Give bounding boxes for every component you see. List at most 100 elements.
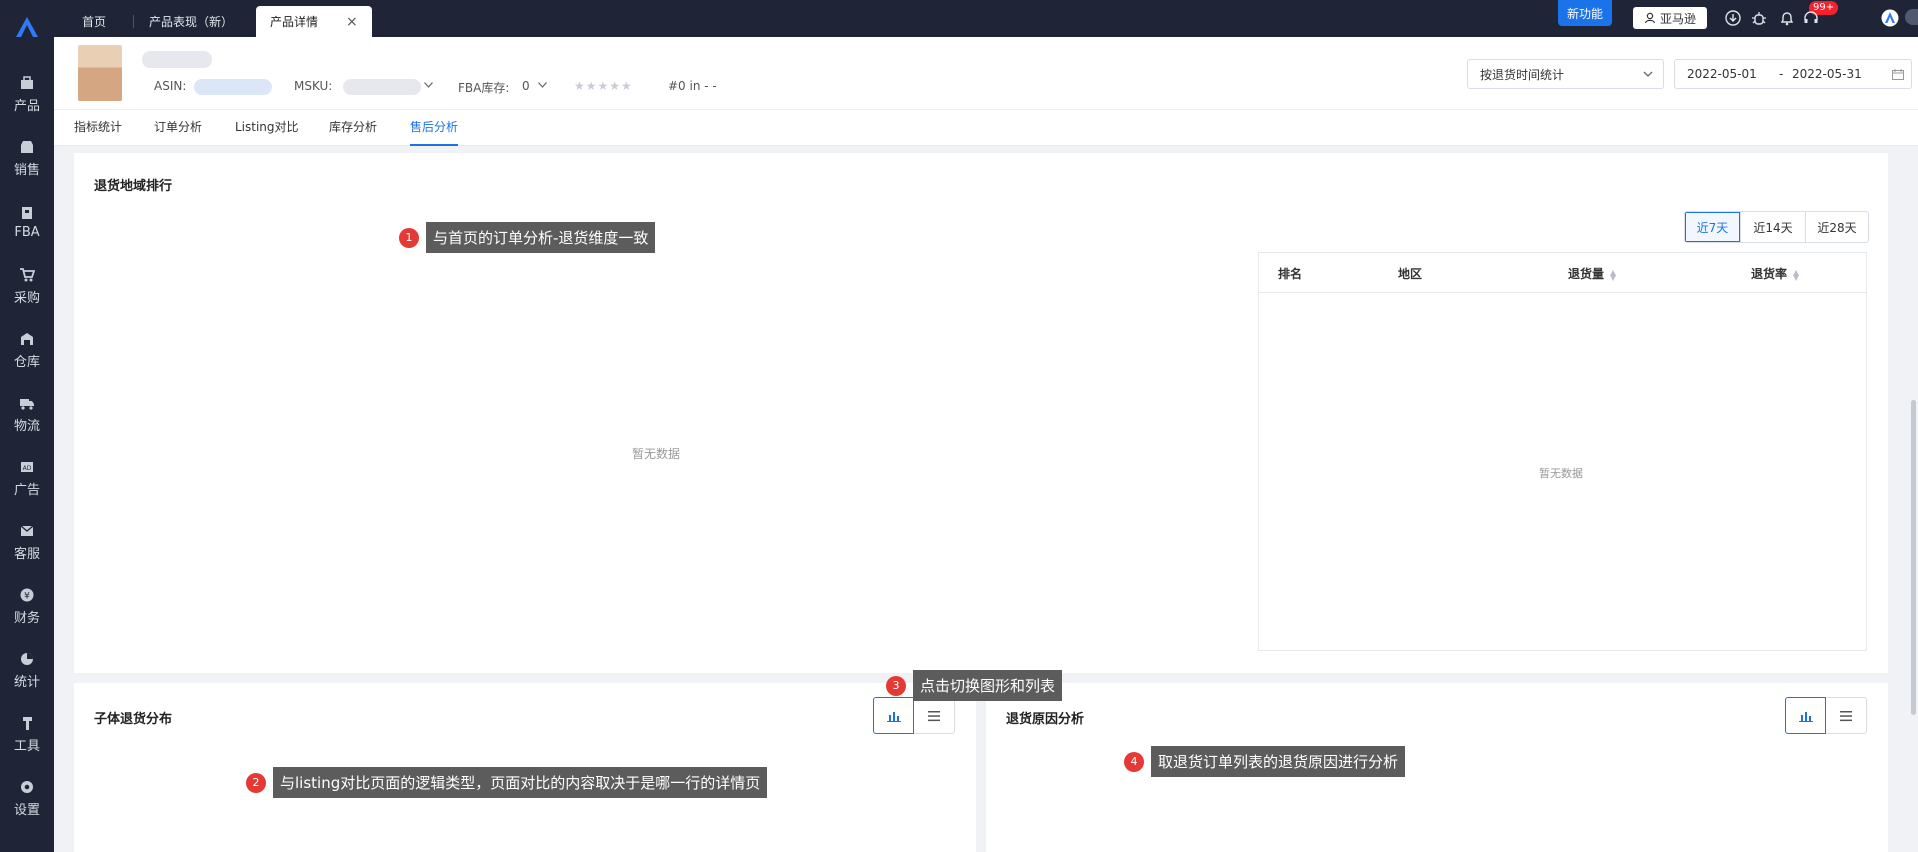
product-thumbnail[interactable] (78, 45, 122, 101)
close-icon[interactable]: × (346, 14, 358, 30)
sidebar-item-label: FBA (14, 225, 40, 240)
truck-icon (18, 394, 36, 412)
page-scrollbar[interactable] (1911, 400, 1916, 715)
date-range-picker[interactable]: 2022-05-01 - 2022-05-31 (1674, 59, 1912, 89)
new-feature-button[interactable]: 新功能 (1558, 0, 1613, 26)
chart-view-button[interactable] (873, 697, 914, 734)
calendar-icon (1892, 69, 1904, 80)
user-icon (1644, 12, 1656, 24)
time-range-selector: 近7天 近14天 近28天 (1684, 211, 1869, 243)
svg-text:¥: ¥ (24, 592, 30, 602)
list-view-button[interactable] (1826, 697, 1867, 734)
amazon-label: 亚马逊 (1659, 11, 1696, 26)
annotation-text: 与listing对比页面的逻辑类型，页面对比的内容取决于是哪一行的详情页 (273, 767, 768, 798)
chart-list-toggle (1785, 697, 1868, 734)
subtab-inventory-analysis[interactable]: 库存分析 (329, 118, 377, 146)
subtab-metrics[interactable]: 指标统计 (74, 118, 122, 146)
sidebar-item-logistics[interactable]: 物流 (0, 386, 54, 442)
list-icon (928, 710, 940, 721)
annotation-4: 4 取退货订单列表的退货原因进行分析 (1124, 746, 1406, 777)
tab-product-performance[interactable]: 产品表现（新） (135, 6, 247, 37)
sidebar-item-purchase[interactable]: 采购 (0, 258, 54, 314)
return-reason-card (986, 683, 1888, 852)
rating-stars-icon: ★★★★★ (574, 79, 633, 93)
chart-list-toggle (873, 697, 956, 734)
brand-logo-icon (16, 17, 38, 37)
sidebar-item-product[interactable]: 产品 (0, 66, 54, 122)
range-option-14d[interactable]: 近14天 (1740, 212, 1805, 242)
range-option-28d[interactable]: 近28天 (1805, 212, 1868, 242)
tab-label: 产品表现（新） (149, 15, 234, 29)
sidebar-item-fba[interactable]: FBA (0, 194, 54, 250)
subtab-after-sales[interactable]: 售后分析 (410, 118, 459, 146)
date-end[interactable]: 2022-05-31 (1792, 67, 1862, 81)
list-icon (1840, 710, 1852, 721)
tab-label: 首页 (82, 15, 107, 29)
sidebar-item-sales[interactable]: 销售 (0, 130, 54, 186)
chevron-down-icon (1643, 67, 1653, 80)
account-logo-icon[interactable] (1881, 9, 1899, 27)
column-header-rank[interactable]: 排名 (1278, 265, 1302, 282)
subtab-listing-compare[interactable]: Listing对比 (235, 118, 299, 146)
wrench-icon (18, 714, 36, 732)
sidebar-item-tools[interactable]: 工具 (0, 706, 54, 762)
sidebar-item-label: 统计 (13, 675, 40, 690)
bell-icon[interactable] (1778, 9, 1796, 27)
column-header-return-qty[interactable]: 退货量 ▲ ▼ (1568, 265, 1616, 282)
child-return-title: 子体退货分布 (94, 712, 173, 727)
headset-icon[interactable] (1802, 9, 1820, 27)
product-name-blurred (142, 51, 212, 68)
mail-icon (18, 522, 36, 540)
tab-product-detail[interactable]: 产品详情 × (256, 6, 372, 37)
annotation-3: 3 点击切换图形和列表 (886, 670, 1063, 701)
sidebar-item-label: 客服 (13, 547, 40, 562)
top-navigation-bar: 首页 产品表现（新） 产品详情 × 新功能 亚马逊 99+ (54, 0, 1918, 37)
product-icon (18, 74, 36, 92)
sidebar-item-stats[interactable]: 统计 (0, 642, 54, 698)
detail-subtabs: 指标统计 订单分析 Listing对比 库存分析 售后分析 (54, 110, 1918, 146)
return-reason-title: 退货原因分析 (1006, 712, 1085, 727)
list-view-button[interactable] (914, 697, 955, 734)
sidebar-item-label: 销售 (13, 163, 40, 178)
stat-mode-select[interactable]: 按退货时间统计 (1467, 59, 1664, 89)
sidebar: 产品 销售 FBA 采购 仓库 物流 AD 广告 客服 ¥ 财务 统计 工具 设… (0, 0, 54, 852)
svg-text:AD: AD (23, 465, 32, 472)
sort-icon[interactable]: ▲ ▼ (1610, 268, 1616, 281)
sort-icon[interactable]: ▲ ▼ (1793, 268, 1799, 281)
fba-chevron-down-icon[interactable] (538, 82, 547, 88)
range-option-7d[interactable]: 近7天 (1685, 212, 1740, 242)
fba-stock-label: FBA库存: (458, 81, 510, 95)
sales-icon (18, 138, 36, 156)
amazon-account-button[interactable]: 亚马逊 (1633, 7, 1707, 29)
region-ranking-title: 退货地域排行 (94, 179, 173, 194)
column-header-return-rate[interactable]: 退货率 ▲ ▼ (1751, 265, 1799, 282)
sidebar-item-label: 物流 (13, 419, 40, 434)
chart-view-button[interactable] (1785, 697, 1826, 734)
date-start[interactable]: 2022-05-01 (1687, 67, 1757, 81)
download-icon[interactable] (1724, 9, 1742, 27)
column-header-label: 退货率 (1751, 267, 1788, 281)
msku-value-blurred[interactable] (343, 79, 421, 95)
subtab-order-analysis[interactable]: 订单分析 (154, 118, 202, 146)
sidebar-item-ads[interactable]: AD 广告 (0, 450, 54, 506)
msku-label: MSKU: (294, 79, 333, 93)
sidebar-item-warehouse[interactable]: 仓库 (0, 322, 54, 378)
sidebar-item-finance[interactable]: ¥ 财务 (0, 578, 54, 634)
column-header-region[interactable]: 地区 (1398, 265, 1422, 282)
bar-chart-icon (886, 711, 901, 722)
sidebar-item-settings[interactable]: 设置 (0, 770, 54, 826)
fba-icon (18, 204, 36, 222)
sidebar-item-label: 仓库 (13, 355, 40, 370)
avatar[interactable] (1905, 9, 1918, 25)
sidebar-item-service[interactable]: 客服 (0, 514, 54, 570)
stat-mode-value: 按退货时间统计 (1480, 67, 1565, 82)
bug-icon[interactable] (1750, 9, 1768, 27)
tab-home[interactable]: 首页 (68, 6, 120, 37)
warehouse-icon (18, 330, 36, 348)
asin-value-blurred[interactable] (194, 79, 272, 95)
logo[interactable] (0, 0, 54, 54)
msku-chevron-down-icon[interactable] (424, 82, 433, 88)
settings-icon (18, 778, 36, 796)
region-ranking-table: 排名 地区 退货量 ▲ ▼ 退货率 ▲ ▼ 暂无数据 (1258, 252, 1867, 651)
product-header: ASIN: MSKU: FBA库存: 0 ★★★★★ #0 in - - 按退货… (54, 37, 1918, 110)
